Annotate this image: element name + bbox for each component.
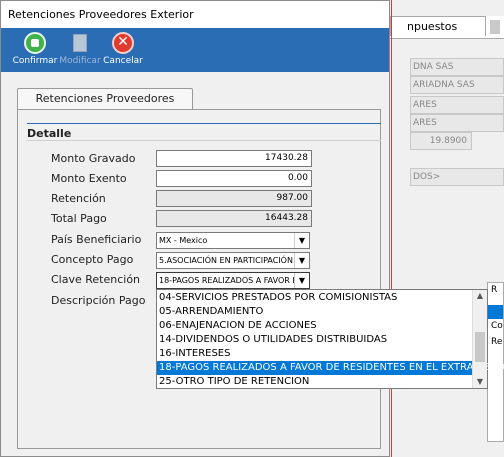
cancel-label: Cancelar (103, 56, 143, 66)
section-divider (27, 123, 381, 124)
total-pago-label: Total Pago (51, 212, 107, 225)
background-tab-scroll-icon[interactable] (490, 20, 500, 34)
background-side-label-2: Co (491, 321, 503, 331)
background-field-5: 19.8900 (410, 132, 472, 150)
background-field-3: ARES (410, 96, 504, 114)
chevron-down-icon[interactable]: ▼ (294, 253, 309, 268)
scroll-thumb[interactable] (475, 332, 485, 362)
dialog-title: Retenciones Proveedores Exterior (8, 8, 194, 21)
confirm-label: Confirmar (12, 56, 58, 66)
dropdown-option[interactable]: 25-OTRO TIPO DE RETENCION (157, 375, 475, 389)
concepto-value: 5.ASOCIACIÓN EN PARTICIPACIÓN (159, 256, 293, 265)
edit-icon (69, 32, 91, 54)
chevron-down-icon[interactable]: ▼ (294, 273, 309, 288)
background-side-selection (488, 305, 503, 319)
background-side-label-3: Re (491, 337, 503, 347)
background-tab-impuestos[interactable]: npuestos (390, 16, 486, 36)
concepto-pago-label: Concepto Pago (51, 253, 134, 266)
dropdown-option[interactable]: 16-INTERESES (157, 347, 475, 361)
toolbar: Confirmar Modificar ✕ Cancelar (1, 28, 389, 72)
monto-gravado-label: Monto Gravado (51, 152, 136, 165)
section-title-detalle: Detalle (27, 127, 72, 140)
background-field-4: ARES (410, 114, 504, 132)
tab-retenciones[interactable]: Retenciones Proveedores Exterior (17, 88, 193, 125)
cancel-button[interactable]: ✕ Cancelar (97, 32, 149, 70)
pais-beneficiario-label: País Beneficiario (51, 233, 142, 246)
clave-retencion-dropdown: 04-SERVICIOS PRESTADOS POR COMISIONISTAS… (156, 289, 504, 389)
dropdown-option[interactable]: 05-ARRENDAMIENTO (157, 305, 475, 319)
total-pago-field: 16443.28 (156, 210, 312, 227)
pais-value: MX - Mexico (159, 236, 208, 245)
modify-label: Modificar (59, 56, 101, 66)
scroll-down-icon[interactable]: ▼ (473, 376, 487, 388)
monto-gravado-field[interactable]: 17430.28 (156, 150, 312, 167)
clave-retencion-label: Clave Retención (51, 273, 141, 286)
descripcion-pago-label: Descripción Pago (51, 294, 146, 307)
section-underline (27, 140, 381, 141)
background-field-2: ARIADNA SAS (410, 76, 504, 94)
dropdown-scrollbar[interactable]: ▲ ▼ (472, 290, 487, 388)
cancel-icon: ✕ (112, 32, 134, 54)
clave-value: 18-PAGOS REALIZADOS A FAVOR DE R (159, 276, 310, 285)
monto-exento-label: Monto Exento (51, 172, 127, 185)
confirm-icon (24, 32, 46, 54)
title-bar: Retenciones Proveedores Exterior (1, 1, 389, 29)
pais-beneficiario-select[interactable]: MX - Mexico ▼ (156, 232, 310, 249)
dropdown-option[interactable]: 04-SERVICIOS PRESTADOS POR COMISIONISTAS (157, 291, 475, 305)
concepto-pago-select[interactable]: 5.ASOCIACIÓN EN PARTICIPACIÓN ▼ (156, 252, 310, 269)
clave-retencion-select[interactable]: 18-PAGOS REALIZADOS A FAVOR DE R ▼ (156, 272, 310, 289)
scroll-up-icon[interactable]: ▲ (473, 290, 487, 302)
retencion-field: 987.00 (156, 190, 312, 207)
monto-exento-field[interactable]: 0.00 (156, 170, 312, 187)
background-side-label-1: R (491, 285, 498, 295)
chevron-down-icon[interactable]: ▼ (294, 233, 309, 248)
dropdown-option[interactable]: 06-ENAJENACION DE ACCIONES (157, 319, 475, 333)
dropdown-option-selected[interactable]: 18-PAGOS REALIZADOS A FAVOR DE RESIDENTE… (157, 361, 504, 375)
background-field-1: DNA SAS (410, 58, 504, 76)
background-field-6: DOS> (410, 168, 504, 186)
dropdown-option[interactable]: 14-DIVIDENDOS O UTILIDADES DISTRIBUIDAS (157, 333, 475, 347)
retencion-label: Retención (51, 192, 106, 205)
